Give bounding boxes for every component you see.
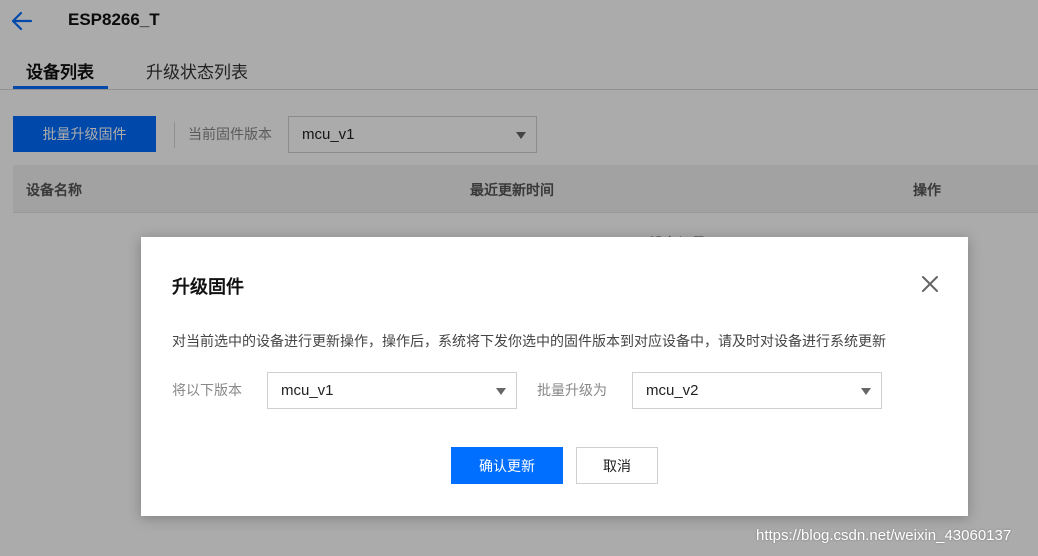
from-version-label: 将以下版本 — [172, 383, 242, 399]
chevron-down-icon — [861, 388, 871, 395]
chevron-down-icon — [496, 388, 506, 395]
to-version-label: 批量升级为 — [537, 383, 607, 399]
confirm-update-button[interactable]: 确认更新 — [451, 447, 563, 484]
to-version-value: mcu_v2 — [646, 382, 699, 399]
to-version-select[interactable]: mcu_v2 — [632, 372, 882, 409]
cancel-button[interactable]: 取消 — [576, 447, 658, 484]
dialog-title: 升级固件 — [172, 277, 244, 298]
upgrade-firmware-dialog: 升级固件 对当前选中的设备进行更新操作，操作后，系统将下发你选中的固件版本到对应… — [141, 237, 968, 516]
watermark-text: https://blog.csdn.net/weixin_43060137 — [756, 527, 1012, 544]
close-icon[interactable] — [919, 273, 941, 295]
from-version-select[interactable]: mcu_v1 — [267, 372, 517, 409]
from-version-value: mcu_v1 — [281, 382, 334, 399]
dialog-description: 对当前选中的设备进行更新操作，操作后，系统将下发你选中的固件版本到对应设备中，请… — [172, 334, 886, 350]
